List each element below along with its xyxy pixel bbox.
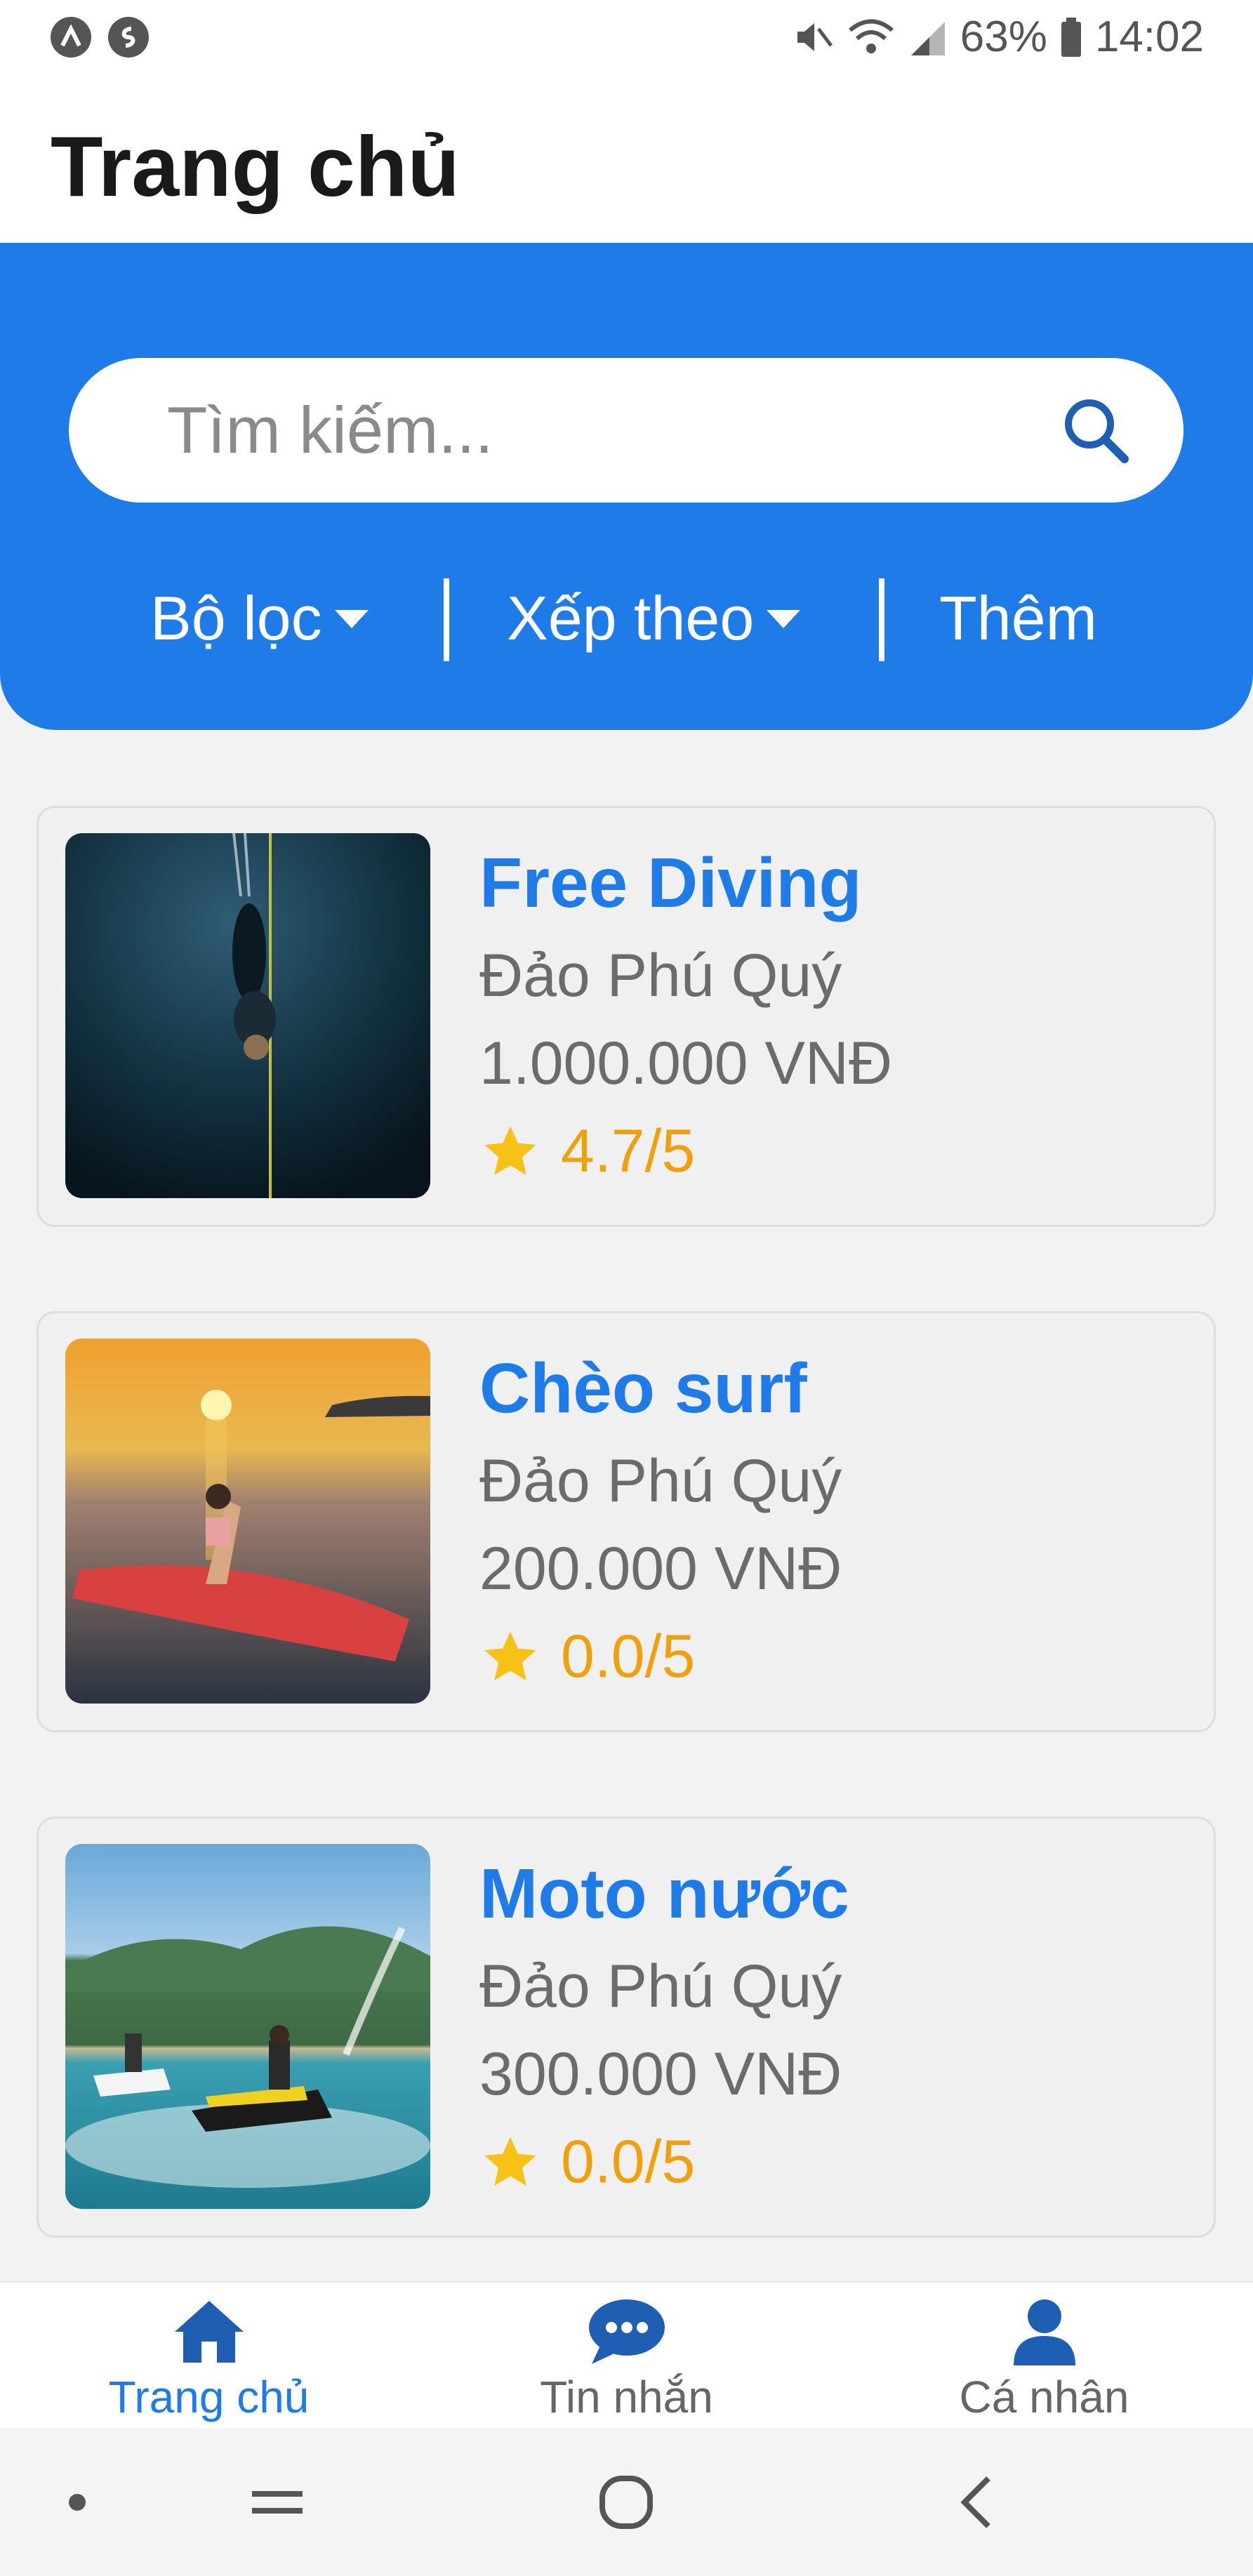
chat-icon xyxy=(588,2299,665,2364)
rating-value: 0.0/5 xyxy=(561,1623,696,1690)
caret-down-icon xyxy=(334,610,369,628)
home-icon xyxy=(174,2301,244,2363)
sort-label: Xếp theo xyxy=(507,583,755,653)
star-icon xyxy=(484,1125,536,1175)
activity-location: Đảo Phú Quý xyxy=(479,942,842,1009)
caret-down-icon xyxy=(767,610,801,628)
add-button[interactable]: Thêm xyxy=(939,573,1097,664)
search-header: Tìm kiếm... Bộ lọc Xếp theo Thêm xyxy=(0,243,1253,730)
recent-apps-button[interactable] xyxy=(207,2429,347,2576)
activity-rating: 0.0/5 xyxy=(479,1622,695,1692)
home-button[interactable] xyxy=(556,2429,696,2576)
search-icon[interactable] xyxy=(1057,392,1134,469)
back-button[interactable] xyxy=(906,2429,1046,2576)
recent-apps-icon xyxy=(252,2491,303,2514)
nav-home[interactable]: Trang chủ xyxy=(0,2283,418,2430)
activity-location: Đảo Phú Quý xyxy=(479,1953,842,2020)
battery-percentage: 63% xyxy=(960,13,1047,61)
activity-title: Free Diving xyxy=(479,844,862,922)
rating-value: 4.7/5 xyxy=(561,1117,696,1185)
activity-title: Moto nước xyxy=(479,1854,849,1933)
wifi-icon xyxy=(848,19,894,53)
activity-price: 200.000 VNĐ xyxy=(479,1535,842,1602)
add-label: Thêm xyxy=(939,583,1097,653)
nav-home-label: Trang chủ xyxy=(108,2372,310,2422)
activity-card[interactable]: Free Diving Đảo Phú Quý 1.000.000 VNĐ 4.… xyxy=(37,806,1216,1227)
star-icon xyxy=(484,2136,536,2186)
activity-price: 300.000 VNĐ xyxy=(479,2040,842,2108)
activity-card[interactable]: Chèo surf Đảo Phú Quý 200.000 VNĐ 0.0/5 xyxy=(37,1311,1216,1732)
search-bar[interactable]: Tìm kiếm... xyxy=(69,358,1184,503)
signal-icon xyxy=(910,21,945,55)
filter-label: Bộ lọc xyxy=(150,583,322,653)
jet-ski-photo xyxy=(65,1844,430,2209)
back-chevron-icon xyxy=(960,2476,990,2528)
filter-row: Bộ lọc Xếp theo Thêm xyxy=(0,573,1253,664)
search-input[interactable]: Tìm kiếm... xyxy=(167,392,493,468)
rating-value: 0.0/5 xyxy=(561,2128,696,2196)
activity-location: Đảo Phú Quý xyxy=(479,1447,842,1515)
home-circle-icon xyxy=(599,2476,653,2529)
filter-divider xyxy=(879,578,884,661)
bottom-navigation: Trang chủ Tin nhắn Cá nhân xyxy=(0,2281,1253,2429)
nav-messages-label: Tin nhắn xyxy=(540,2372,713,2422)
activity-title: Chèo surf xyxy=(479,1349,807,1428)
mute-icon xyxy=(797,22,833,51)
nav-profile[interactable]: Cá nhân xyxy=(835,2283,1253,2430)
user-icon xyxy=(1013,2299,1075,2365)
nav-profile-label: Cá nhân xyxy=(959,2372,1129,2422)
status-system-icons: 63% 14:02 xyxy=(792,12,1204,62)
paddle-surf-photo xyxy=(65,1339,430,1704)
filter-divider xyxy=(444,578,449,661)
free-diving-photo xyxy=(65,833,430,1198)
sort-dropdown[interactable]: Xếp theo xyxy=(507,573,803,664)
clock: 14:02 xyxy=(1094,13,1204,61)
shazam-notification-icon xyxy=(108,16,149,58)
star-icon xyxy=(484,1631,536,1680)
app-bar: Trang chủ xyxy=(0,74,1253,246)
filter-dropdown[interactable]: Bộ lọc xyxy=(150,573,371,664)
battery-icon xyxy=(1061,17,1081,57)
system-navigation-bar xyxy=(0,2429,1253,2576)
dot-indicator-icon xyxy=(7,2429,147,2576)
activity-rating: 4.7/5 xyxy=(479,1117,695,1186)
page-title: Trang chủ xyxy=(51,119,460,214)
app-notification-icon xyxy=(51,16,91,58)
status-bar: 63% 14:02 xyxy=(0,0,1253,74)
status-notification-icons xyxy=(51,16,149,58)
activity-price: 1.000.000 VNĐ xyxy=(479,1030,893,1097)
activity-card[interactable]: Moto nước Đảo Phú Quý 300.000 VNĐ 0.0/5 xyxy=(37,1817,1216,2238)
activity-rating: 0.0/5 xyxy=(479,2127,695,2197)
nav-messages[interactable]: Tin nhắn xyxy=(418,2283,835,2430)
